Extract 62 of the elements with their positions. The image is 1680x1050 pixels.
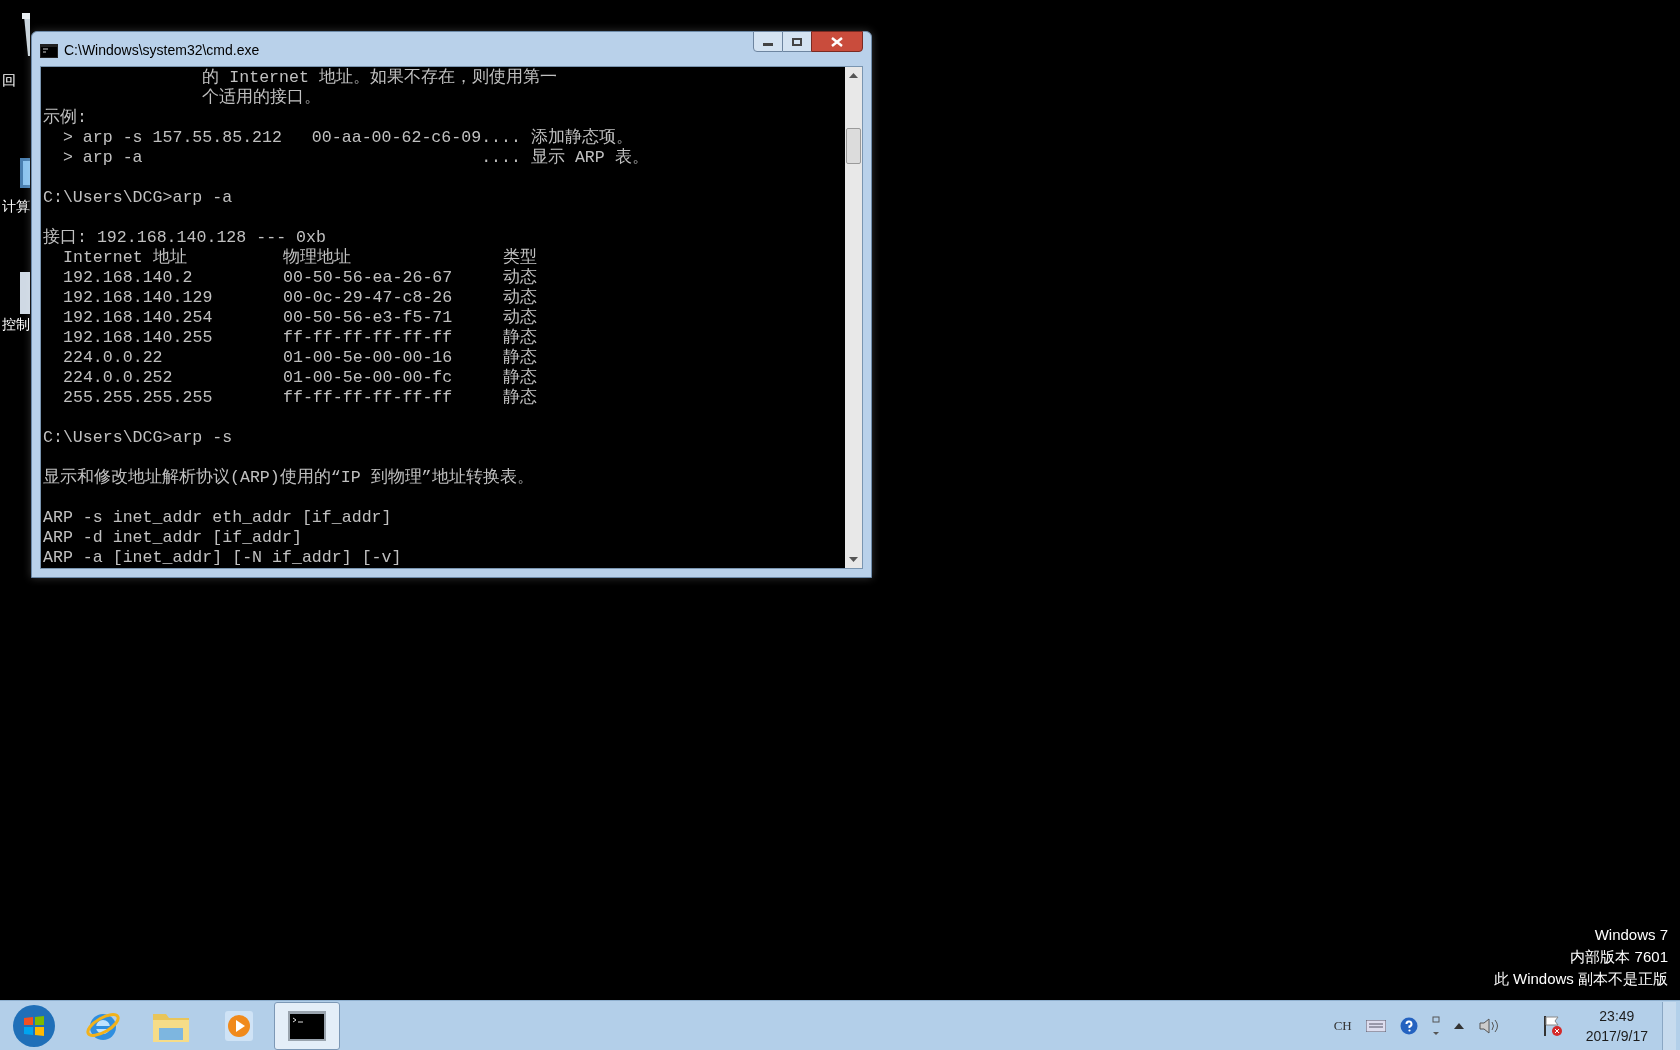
arp-table-cell-text: 192.168.140.254 bbox=[63, 308, 214, 328]
console-line: ARP -a [inet_addr] [-N if_addr] [-v] bbox=[43, 548, 402, 568]
close-icon bbox=[831, 36, 843, 47]
flag-error-icon[interactable] bbox=[1541, 1013, 1564, 1038]
windows-build-notice: Windows 7 bbox=[1594, 925, 1668, 945]
arp-table-cell-text: 192.168.140.129 bbox=[63, 288, 214, 308]
restore-arrow-icon[interactable] bbox=[1431, 1015, 1440, 1036]
arp-table-cell-text: 00-50-56-ea-26-67 bbox=[283, 268, 454, 288]
console-line: ARP -s inet_addr eth_addr [if_addr] bbox=[43, 508, 392, 528]
arp-table-cell-text: Internet 地址 bbox=[63, 248, 188, 268]
arp-table-cell: 静态 bbox=[503, 368, 537, 388]
windows-build-notice: 内部版本 7601 bbox=[1570, 947, 1668, 967]
console-line: 示例: bbox=[43, 108, 87, 128]
arp-table-cell-text: 192.168.140.255 bbox=[63, 328, 214, 348]
windows-build-notice: 此 Windows 副本不是正版 bbox=[1493, 969, 1668, 989]
arp-table-cell: 类型 bbox=[503, 248, 537, 268]
scroll-up-icon[interactable] bbox=[849, 73, 858, 78]
console-line: 的 Internet 地址。如果不存在，则使用第一 bbox=[201, 68, 557, 88]
arp-table-cell: 静态 bbox=[503, 388, 537, 408]
console-icon bbox=[288, 1010, 326, 1041]
show-hidden-icons-icon[interactable] bbox=[1453, 1022, 1464, 1029]
close-button[interactable] bbox=[811, 31, 863, 52]
maximize-button[interactable] bbox=[783, 31, 811, 52]
clock-time[interactable]: 23:49 bbox=[1599, 1005, 1635, 1026]
arp-table-cell-text: ff-ff-ff-ff-ff-ff bbox=[283, 328, 454, 348]
arp-table-cell-text: 01-00-5e-00-00-fc bbox=[283, 368, 454, 388]
desktop-icon-label: 回 bbox=[2, 71, 16, 90]
clock-date[interactable]: 2017/9/17 bbox=[1585, 1025, 1648, 1046]
console-line: C:\Users\DCG>arp -s bbox=[43, 428, 233, 448]
console-line: C:\Users\DCG>arp -a bbox=[43, 188, 233, 208]
arp-table-cell-text: 224.0.0.252 bbox=[63, 368, 174, 388]
arp-table-cell-text: 物理地址 bbox=[283, 248, 352, 268]
help-icon[interactable] bbox=[1399, 1016, 1418, 1035]
console-line: > arp -s 157.55.85.212 00-aa-00-62-c6-09.... 添加静态项。 bbox=[61, 128, 633, 148]
console-line: 接口: 192.168.140.128 --- 0xb bbox=[43, 228, 326, 248]
scroll-down-icon[interactable] bbox=[849, 557, 858, 562]
arp-table-cell: 动态 bbox=[503, 268, 537, 288]
console-line: 显示和修改地址解析协议(ARP)使用的“IP 到物理”地址转换表。 bbox=[43, 468, 534, 488]
console-icon bbox=[40, 43, 58, 58]
console-line: ARP -d inet_addr [if_addr] bbox=[43, 528, 302, 548]
scroll-thumb[interactable] bbox=[846, 128, 861, 164]
arp-table-cell: 动态 bbox=[503, 288, 537, 308]
desktop-icon-label: 控制 bbox=[2, 315, 30, 334]
arp-table-cell-text: 192.168.140.2 bbox=[63, 268, 194, 288]
arp-table-cell-text: 00-50-56-e3-f5-71 bbox=[283, 308, 454, 328]
arp-table-cell-text: 00-0c-29-47-c8-26 bbox=[283, 288, 454, 308]
arp-table-cell: 动态 bbox=[503, 308, 537, 328]
taskbar-app-button[interactable] bbox=[274, 1001, 340, 1050]
arp-table-cell: 静态 bbox=[503, 348, 537, 368]
arp-table-cell-text: 255.255.255.255 bbox=[63, 388, 214, 408]
arp-table-cell-text: 01-00-5e-00-00-16 bbox=[283, 348, 454, 368]
speaker-icon[interactable] bbox=[1477, 1015, 1500, 1036]
desktop-icon-label: 计算 bbox=[2, 197, 30, 216]
windows-orb-icon bbox=[12, 1003, 56, 1048]
arp-table-cell-text: 224.0.0.22 bbox=[63, 348, 164, 368]
console-line: > arp -a .... 显示 ARP 表。 bbox=[61, 148, 649, 168]
window-title: C:\Windows\system32\cmd.exe bbox=[64, 41, 260, 60]
language-indicator[interactable]: CH bbox=[1333, 1015, 1352, 1036]
arp-table-cell: 静态 bbox=[503, 328, 537, 348]
minimize-button[interactable] bbox=[753, 31, 783, 52]
console-line: 个适用的接口。 bbox=[201, 88, 322, 108]
arp-table-cell-text: ff-ff-ff-ff-ff-ff bbox=[283, 388, 454, 408]
